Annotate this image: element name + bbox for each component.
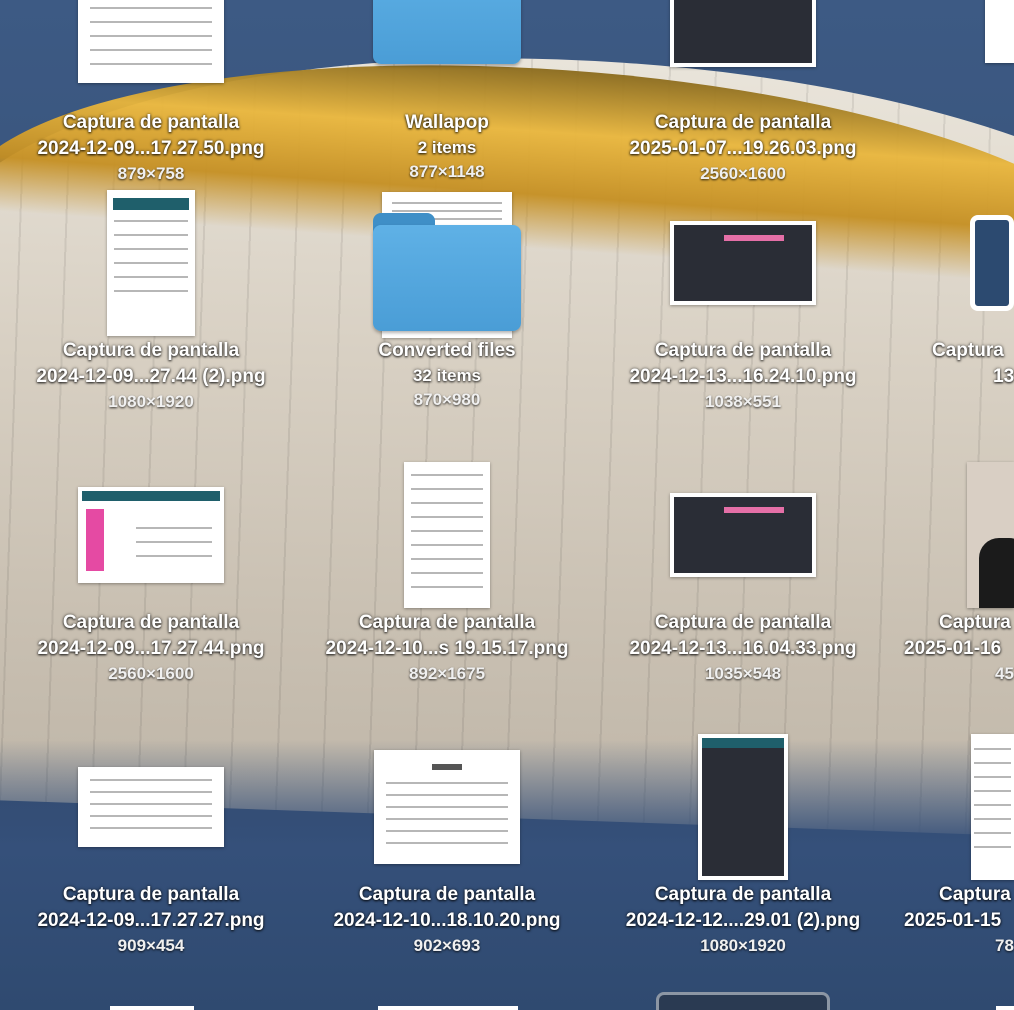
folder-item-count: 2 items <box>417 138 477 157</box>
file-name-line1: Captura <box>932 340 1004 361</box>
partial-selected-thumbnail[interactable] <box>656 992 830 1010</box>
file-name-line1: Captura de pantalla <box>62 612 240 633</box>
file-name-line1: Captura de pantalla <box>62 340 240 361</box>
file-dimensions: 877×1148 <box>409 162 485 181</box>
file-name-line1: Captura de pantalla <box>62 884 240 905</box>
image-file-icon <box>374 750 520 864</box>
image-file-icon <box>967 462 1014 608</box>
file-name-line2: 2024-12-12....29.01 (2).png <box>625 910 861 931</box>
desktop-file-icon[interactable]: Captura de pantalla 2024-12-09...27.44 (… <box>1 188 301 414</box>
desktop-folder-icon[interactable]: Wallapop 2 items 877×1148 <box>297 0 597 184</box>
file-name-line1: Captura <box>939 612 1011 633</box>
desktop-file-icon[interactable]: Captura de pantalla 2024-12-13...16.24.1… <box>593 188 893 414</box>
file-dimensions: 78 <box>995 936 1014 955</box>
file-dimensions: 879×758 <box>117 164 185 183</box>
file-name-line2: 2024-12-10...18.10.20.png <box>333 910 561 931</box>
desktop-file-icon[interactable]: Captura de pantalla 2024-12-09...17.27.5… <box>1 0 301 186</box>
desktop-file-icon[interactable]: Captura 2025-01-16 45 <box>885 460 1014 686</box>
desktop-file-icon[interactable]: Captura 2025-01-15 78 <box>885 732 1014 958</box>
file-name-line2: 2025-01-07...19.26.03.png <box>629 138 857 159</box>
folder-icon <box>373 213 521 331</box>
image-file-icon <box>404 462 490 608</box>
file-name-line1: Captura de pantalla <box>358 884 536 905</box>
desktop-file-icon[interactable]: Captura de pantalla 2024-12-10...18.10.2… <box>297 732 597 958</box>
desktop-file-icon[interactable]: Captura de pantalla 2024-12-09...17.27.4… <box>1 460 301 686</box>
file-name-line1: Captura de pantalla <box>62 112 240 133</box>
desktop-folder-icon[interactable]: Converted files 32 items 870×980 <box>297 188 597 412</box>
file-dimensions: 1080×1920 <box>700 936 786 955</box>
file-name-line2: 2024-12-13...16.24.10.png <box>629 366 857 387</box>
desktop-file-icon[interactable]: Captura de pantalla 2025-01-07...19.26.0… <box>593 0 893 186</box>
partial-thumbnail[interactable] <box>378 1006 518 1010</box>
file-dimensions: 1035×548 <box>704 664 782 683</box>
desktop-file-icon[interactable]: Captura de pantalla 2024-12-09...17.27.2… <box>1 732 301 958</box>
file-name-line2: 2024-12-09...27.44 (2).png <box>36 366 266 387</box>
image-file-icon <box>971 734 1014 880</box>
image-file-icon <box>78 0 224 83</box>
file-name-line2: 13 <box>993 366 1014 387</box>
partial-thumbnail[interactable] <box>110 1006 194 1010</box>
file-dimensions: 902×693 <box>413 936 481 955</box>
image-file-icon <box>985 0 1014 63</box>
file-name-line2: 2024-12-09...17.27.50.png <box>37 138 265 159</box>
image-file-icon <box>107 190 195 336</box>
image-file-icon <box>670 493 816 577</box>
file-name-line1: Captura de pantalla <box>358 612 536 633</box>
image-file-icon <box>970 215 1014 311</box>
file-name-line1: Captura de pantalla <box>654 884 832 905</box>
folder-icon <box>373 0 521 64</box>
desktop-file-icon[interactable]: Captura 13 <box>885 188 1014 390</box>
file-dimensions: 909×454 <box>117 936 185 955</box>
file-dimensions: 2560×1600 <box>108 664 194 683</box>
image-file-icon <box>78 767 224 847</box>
file-name-line2: 2025-01-16 <box>904 638 1002 659</box>
folder-item-count: 32 items <box>412 366 482 385</box>
file-name-line2: 2024-12-10...s 19.15.17.png <box>325 638 569 659</box>
desktop-file-icon[interactable]: Captura de pantalla 2024-12-13...16.04.3… <box>593 460 893 686</box>
image-file-icon <box>78 487 224 583</box>
file-name-line2: 2024-12-13...16.04.33.png <box>629 638 857 659</box>
file-dimensions: 1080×1920 <box>108 392 194 411</box>
file-name-line1: Captura de pantalla <box>654 340 832 361</box>
file-name-line1: Captura de pantalla <box>654 612 832 633</box>
desktop-file-icon[interactable]: Captura de pantalla 2024-12-10...s 19.15… <box>297 460 597 686</box>
image-file-icon <box>670 0 816 67</box>
overlapping-name-line1: Wallapop <box>405 112 489 133</box>
file-dimensions: 892×1675 <box>408 664 486 683</box>
overlapping-name-line1: Converted files <box>378 340 516 361</box>
file-name-line2: 2024-12-09...17.27.27.png <box>37 910 265 931</box>
file-dimensions: 1038×551 <box>704 392 782 411</box>
file-dimensions: 45 <box>995 664 1014 683</box>
file-name-line1: Captura <box>939 884 1011 905</box>
file-name-line2: 2024-12-09...17.27.44.png <box>37 638 265 659</box>
file-name-line2: 2025-01-15 <box>904 910 1002 931</box>
file-dimensions: 870×980 <box>413 390 481 409</box>
file-dimensions: 2560×1600 <box>700 164 786 183</box>
desktop-file-icon[interactable]: Captura de pantalla 2024-12-12....29.01 … <box>593 732 893 958</box>
partial-thumbnail[interactable] <box>996 1006 1014 1010</box>
desktop-file-icon[interactable] <box>885 0 1014 110</box>
image-file-icon <box>698 734 788 880</box>
file-name-line1: Captura de pantalla <box>654 112 832 133</box>
image-file-icon <box>670 221 816 305</box>
